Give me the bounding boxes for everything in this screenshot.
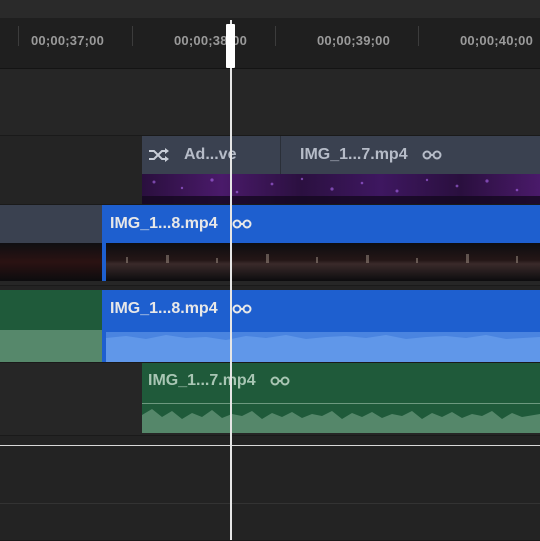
audio-level-line[interactable] [142,403,540,404]
clip-name: IMG_1...7.mp4 [148,372,256,389]
clip-thumbnail-strip [142,174,540,204]
audio-track-1[interactable]: IMG_1...8.mp4 [0,290,540,363]
ruler-tick [132,26,133,46]
track-divider-line [0,445,540,446]
audio-waveform [106,332,540,362]
link-icon [232,219,252,229]
audio-waveform [0,330,102,362]
video-track-2[interactable]: Ad...ve IMG_1...7.mp4 [0,136,540,205]
ruler-tick [18,26,19,46]
ruler-tick [275,26,276,46]
timeline-ruler[interactable]: 00;00;37;00 00;00;38;00 00;00;39;00 00;0… [0,0,540,69]
audio-waveform [142,405,540,433]
clip-title-row: IMG_1...7.mp4 [148,363,290,399]
clip-thumbnail-strip [106,243,540,281]
clip-prev-audio[interactable] [0,290,102,362]
clip-img-8-video[interactable]: IMG_1...8.mp4 [106,205,540,281]
clip-prev-video[interactable] [0,205,102,281]
audio-track-2[interactable]: IMG_1...7.mp4 [0,363,540,436]
transition-label[interactable]: Ad...ve [184,146,236,164]
ruler-top-band [0,0,540,18]
transition-divider [280,136,281,174]
shuffle-icon[interactable] [148,147,170,163]
ruler-tick [418,26,419,46]
clip-title-row: IMG_1...7.mp4 [300,136,442,174]
track-divider [0,503,540,504]
link-icon [422,150,442,160]
clip-thumbnail-strip [0,243,102,281]
timecode-label: 00;00;37;00 [31,33,105,48]
clip-img-8-audio[interactable]: IMG_1...8.mp4 [106,290,540,362]
clip-name: IMG_1...8.mp4 [110,300,218,317]
video-track-empty[interactable] [0,69,540,136]
link-icon [232,304,252,314]
timecode-label: 00;00;38;00 [174,33,248,48]
clip-img-7-audio[interactable]: IMG_1...7.mp4 [142,363,540,433]
clip-header [0,205,102,243]
clip-name: IMG_1...7.mp4 [300,146,408,163]
timecode-label: 00;00;39;00 [317,33,391,48]
clip-name: IMG_1...8.mp4 [110,215,218,232]
playhead-handle[interactable] [226,24,235,68]
link-icon [270,376,290,386]
clip-img-7-video[interactable]: Ad...ve IMG_1...7.mp4 [142,136,540,204]
timecode-label: 00;00;40;00 [460,33,534,48]
track-empty-bottom[interactable] [0,436,540,541]
playhead-line[interactable] [230,20,232,540]
video-track-1[interactable]: IMG_1...8.mp4 [0,205,540,286]
